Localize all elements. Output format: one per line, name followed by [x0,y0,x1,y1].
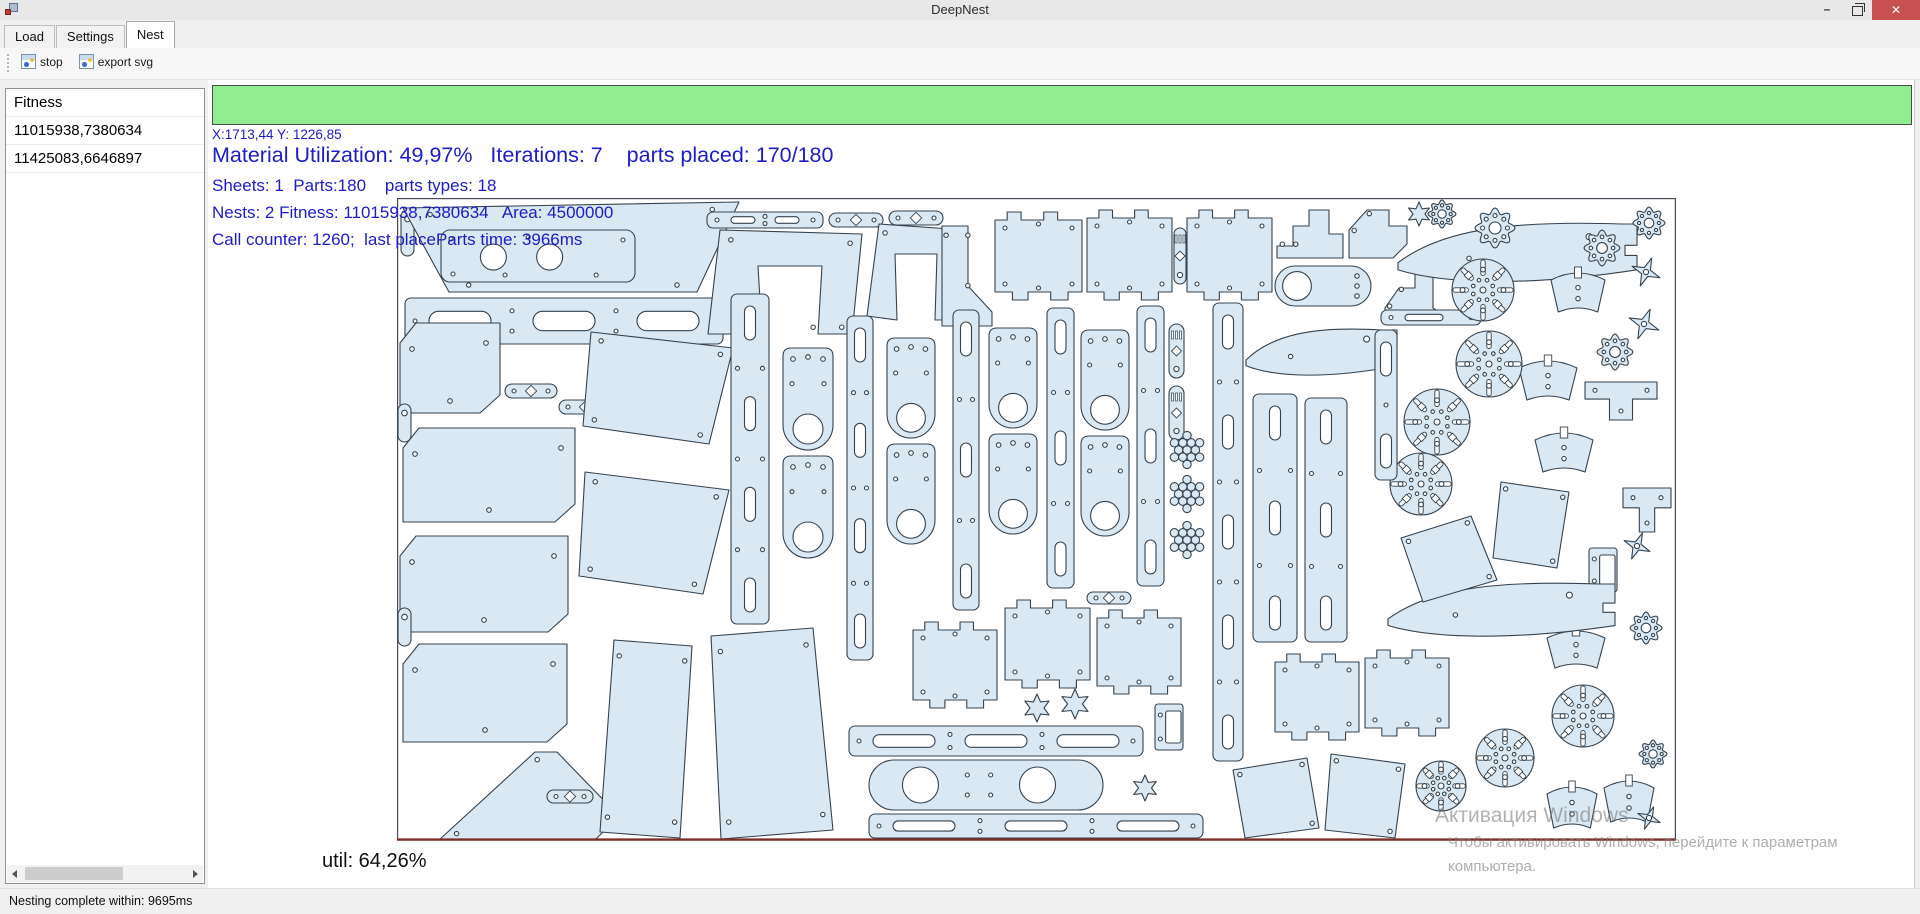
horizontal-scrollbar[interactable] [7,865,203,882]
status-bar: Nesting complete within: 9695ms [0,888,1920,914]
nest-canvas[interactable] [397,198,1676,841]
tab-nest[interactable]: Nest [126,21,175,48]
call-counter-line: Call counter: 1260; last placeParts time… [212,230,582,250]
tab-load[interactable]: Load [4,25,55,48]
nest-view: X:1713,44 Y: 1226,85 Material Utilizatio… [208,80,1915,888]
scrollbar-thumb[interactable] [25,867,123,880]
export-svg-button[interactable]: export svg [74,51,158,72]
utilization-headline: Material Utilization: 49,97% Iterations:… [212,143,833,168]
image-icon [79,54,94,69]
fitness-row[interactable]: 11425083,6646897 [6,145,204,173]
status-text: Nesting complete within: 9695ms [9,889,192,914]
stop-button[interactable]: stop [16,51,68,72]
fitness-panel: Fitness 11015938,738063411425083,6646897 [5,88,205,884]
minimize-button[interactable]: – [1812,0,1842,20]
image-icon [21,54,36,69]
restore-button[interactable] [1842,0,1872,20]
toolbar-grip-icon[interactable] [7,54,12,72]
tab-strip: LoadSettingsNest [0,20,1920,48]
cursor-coordinates: X:1713,44 Y: 1226,85 [212,127,342,142]
window-title: DeepNest [0,0,1920,20]
scroll-right-arrow-icon[interactable] [186,865,203,882]
title-bar: DeepNest – ✕ [0,0,1920,20]
sheet-utilization: util: 64,26% [322,850,427,873]
restore-icon [1852,6,1863,16]
close-button[interactable]: ✕ [1872,0,1920,20]
fitness-row[interactable]: 11015938,7380634 [6,117,204,145]
sheets-line: Sheets: 1 Parts:180 parts types: 18 [212,176,496,196]
fitness-header: Fitness [6,89,204,117]
scroll-left-arrow-icon[interactable] [7,865,24,882]
progress-bar [212,85,1912,125]
nests-line: Nests: 2 Fitness: 11015938,7380634 Area:… [212,203,613,223]
tab-settings[interactable]: Settings [56,25,125,48]
toolbar: stop export svg [0,48,1920,80]
